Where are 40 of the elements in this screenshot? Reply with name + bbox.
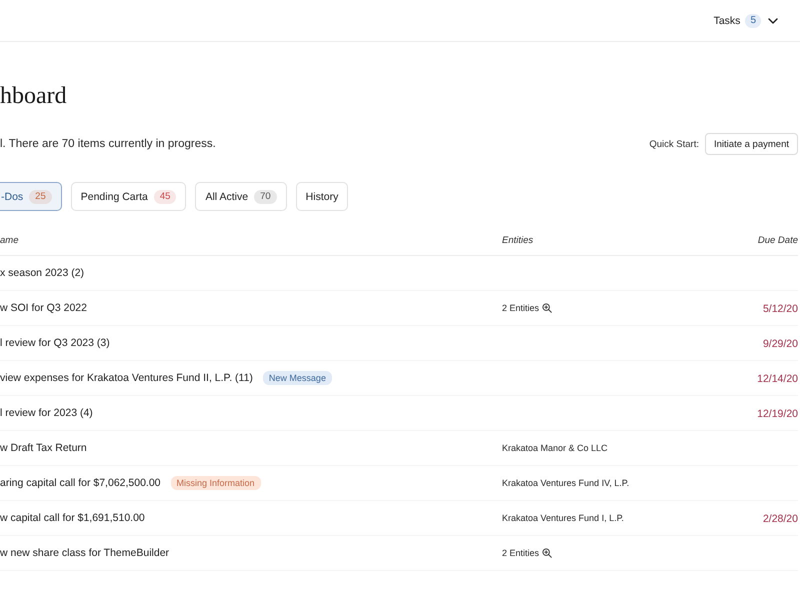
- due-date: 12/19/20: [757, 408, 798, 420]
- summary-text: l. There are 70 items currently in progress.: [0, 138, 216, 150]
- task-name[interactable]: x season 2023 (2): [0, 267, 84, 279]
- task-count-badge: 5: [745, 14, 761, 28]
- tasks-menu-button[interactable]: Tasks 5: [714, 14, 778, 28]
- zoom-in-icon[interactable]: [542, 303, 552, 313]
- task-name[interactable]: l review for 2023 (4): [0, 407, 93, 419]
- task-name[interactable]: view expenses for Krakatoa Ventures Fund II, L.P. (11): [0, 372, 253, 384]
- zoom-in-icon[interactable]: [542, 548, 552, 558]
- entities-text: 2 Entities: [502, 303, 540, 313]
- chevron-down-icon: [768, 18, 778, 24]
- status-tag: Missing Information: [170, 476, 261, 490]
- initiate-payment-button[interactable]: Initiate a payment: [705, 133, 798, 155]
- entities-text: 2 Entities: [502, 548, 540, 558]
- status-tag: New Message: [262, 371, 332, 385]
- tab-count-badge: 70: [254, 190, 277, 204]
- due-date: 2/28/20: [762, 513, 798, 525]
- column-header: Entities: [502, 234, 534, 246]
- entities-text: Krakatoa Manor & Co LLC: [502, 443, 608, 453]
- task-name[interactable]: w new share class for ThemeBuilder: [0, 547, 170, 559]
- task-name[interactable]: w SOI for Q3 2022: [0, 302, 87, 314]
- tab-count-badge: 25: [29, 190, 52, 204]
- column-header: ame: [0, 234, 20, 246]
- task-name[interactable]: aring capital call for $7,062,500.00: [0, 477, 161, 489]
- quick-start-label: Quick Start:: [649, 138, 699, 150]
- task-name[interactable]: w Draft Tax Return: [0, 442, 87, 454]
- filter-tab[interactable]: All Active 70: [195, 182, 287, 211]
- due-date: 9/29/20: [762, 338, 798, 350]
- entities-text: Krakatoa Ventures Fund I, L.P.: [502, 513, 624, 523]
- page-title: hboard: [0, 84, 68, 108]
- column-header: Due Date: [756, 234, 798, 246]
- filter-tab[interactable]: -Dos 25: [0, 182, 62, 211]
- entities-text: Krakatoa Ventures Fund IV, L.P.: [502, 478, 630, 488]
- task-name[interactable]: l review for Q3 2023 (3): [0, 337, 110, 349]
- due-date: 5/12/20: [762, 303, 798, 315]
- due-date: 12/14/20: [757, 373, 798, 385]
- tab-count-badge: 45: [154, 190, 176, 204]
- filter-tab[interactable]: History: [296, 182, 348, 211]
- task-name[interactable]: w capital call for $1,691,510.00: [0, 512, 145, 524]
- filter-tab[interactable]: Pending Carta 45: [70, 182, 186, 211]
